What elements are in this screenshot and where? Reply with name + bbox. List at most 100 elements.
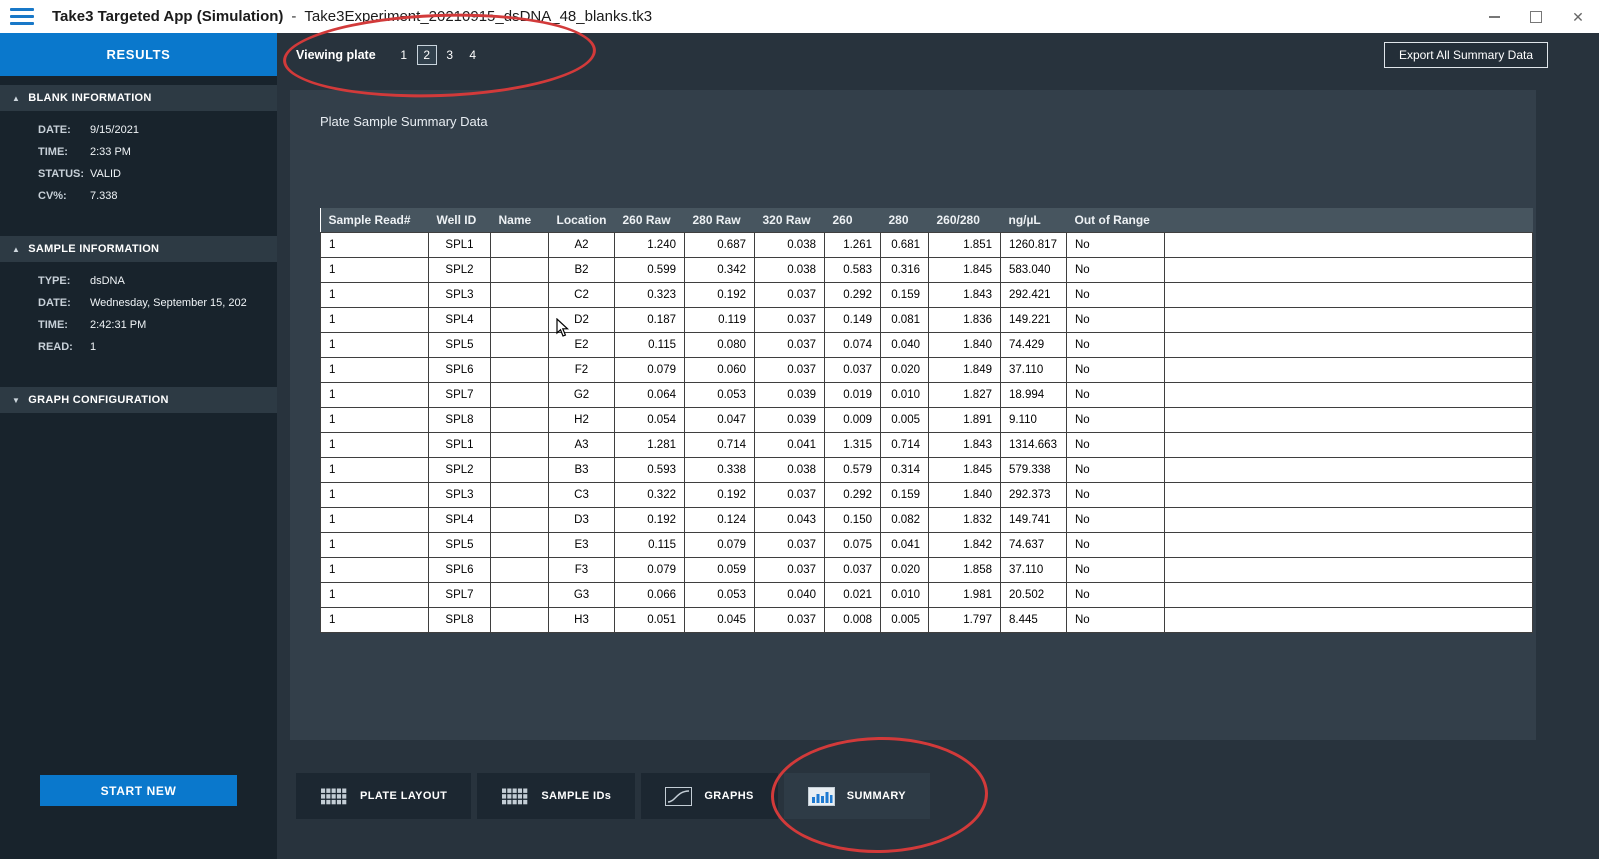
cell-filler [1165,407,1533,432]
cell [491,332,549,357]
panel-title: Plate Sample Summary Data [320,114,488,129]
cell: 0.081 [881,307,929,332]
section-title: BLANK INFORMATION [28,92,151,104]
cell: 0.192 [685,482,755,507]
field-label: TIME: [38,146,90,158]
cell: E2 [549,332,615,357]
cell-filler [1165,382,1533,407]
section-title: SAMPLE INFORMATION [28,243,159,255]
field-label: STATUS: [38,168,90,180]
cell: 0.010 [881,582,929,607]
cell [491,582,549,607]
cell: 0.599 [615,257,685,282]
cell [491,282,549,307]
cell: A3 [549,432,615,457]
cell: 0.115 [615,532,685,557]
cell: SPL7 [429,582,491,607]
cell: B2 [549,257,615,282]
cell: 1.858 [929,557,1001,582]
cell: D3 [549,507,615,532]
section-header-sample-information[interactable]: ▲ SAMPLE INFORMATION [0,236,277,262]
cell: No [1067,357,1165,382]
cell-filler [1165,482,1533,507]
cell: 1 [321,482,429,507]
table-row: 1SPL3C20.3230.1920.0370.2920.1591.843292… [321,282,1533,307]
table-row: 1SPL8H20.0540.0470.0390.0090.0051.8919.1… [321,407,1533,432]
section-header-blank-information[interactable]: ▲BLANK INFORMATION [0,85,277,111]
cell: 0.192 [685,282,755,307]
start-new-button[interactable]: START NEW [40,775,237,806]
info-field: CV%:7.338 [0,190,277,212]
cell: No [1067,407,1165,432]
cell-filler [1165,232,1533,257]
field-value: 2:42:31 PM [90,319,146,331]
cell-filler [1165,532,1533,557]
cell: 0.079 [615,557,685,582]
tab-label: GRAPHS [704,790,753,802]
cell: 0.079 [685,532,755,557]
cell: 1 [321,582,429,607]
cell: A2 [549,232,615,257]
cell: 0.038 [755,232,825,257]
tab-label: SAMPLE IDs [541,790,611,802]
plate-button-1[interactable]: 1 [394,45,414,65]
cell: 1.827 [929,382,1001,407]
tab-sample-ids[interactable]: SAMPLE IDs [477,773,635,819]
plate-button-3[interactable]: 3 [440,45,460,65]
cell: 0.060 [685,357,755,382]
table-row: 1SPL1A31.2810.7140.0411.3150.7141.843131… [321,432,1533,457]
minimize-button[interactable] [1473,0,1515,33]
chevron-expanded-icon: ▲ [12,245,20,254]
field-label: DATE: [38,297,90,309]
field-label: READ: [38,341,90,353]
field-value: Wednesday, September 15, 202 [90,297,247,309]
close-button[interactable]: ✕ [1557,0,1599,33]
chevron-collapsed-icon: ▼ [12,396,20,405]
cell: 0.039 [755,407,825,432]
tab-label: SUMMARY [847,790,906,802]
cell: 1 [321,307,429,332]
cell: 1.849 [929,357,1001,382]
cell: 0.075 [825,532,881,557]
tab-plate-layout[interactable]: PLATE LAYOUT [296,773,471,819]
cell: 0.292 [825,482,881,507]
field-value: 2:33 PM [90,146,131,158]
tab-summary[interactable]: SUMMARY [784,773,930,819]
cell-filler [1165,257,1533,282]
cell-filler [1165,507,1533,532]
plate-button-4[interactable]: 4 [463,45,483,65]
file-title: Take3Experiment_20210915_dsDNA_48_blanks… [304,8,652,25]
cell: 0.314 [881,457,929,482]
cell: 0.037 [825,557,881,582]
cell: 1 [321,457,429,482]
section-header-graph-configuration[interactable]: ▼GRAPH CONFIGURATION [0,387,277,413]
section-fields: TYPE:dsDNADATE:Wednesday, September 15, … [0,262,277,387]
export-all-summary-button[interactable]: Export All Summary Data [1384,42,1548,68]
maximize-button[interactable] [1515,0,1557,33]
cell: 0.714 [881,432,929,457]
cell: C2 [549,282,615,307]
cell-filler [1165,582,1533,607]
cell: SPL3 [429,282,491,307]
field-value: 1 [90,341,96,353]
field-value: 9/15/2021 [90,124,139,136]
cell [491,407,549,432]
tab-graphs[interactable]: GRAPHS [641,773,777,819]
column-header-sample-read: Sample Read# [321,208,429,232]
plate-button-2[interactable]: 2 [417,45,437,65]
tab-label: PLATE LAYOUT [360,790,447,802]
menu-icon[interactable] [10,8,34,25]
cell [491,382,549,407]
cell: 1.845 [929,257,1001,282]
cell: 0.020 [881,557,929,582]
cell: 9.110 [1001,407,1067,432]
cell [491,432,549,457]
column-header-out-of-range: Out of Range [1067,208,1165,232]
cell: 292.373 [1001,482,1067,507]
cell [491,482,549,507]
cell: C3 [549,482,615,507]
cell: No [1067,532,1165,557]
cell: 0.316 [881,257,929,282]
cell: 1 [321,532,429,557]
cell: 0.008 [825,607,881,632]
